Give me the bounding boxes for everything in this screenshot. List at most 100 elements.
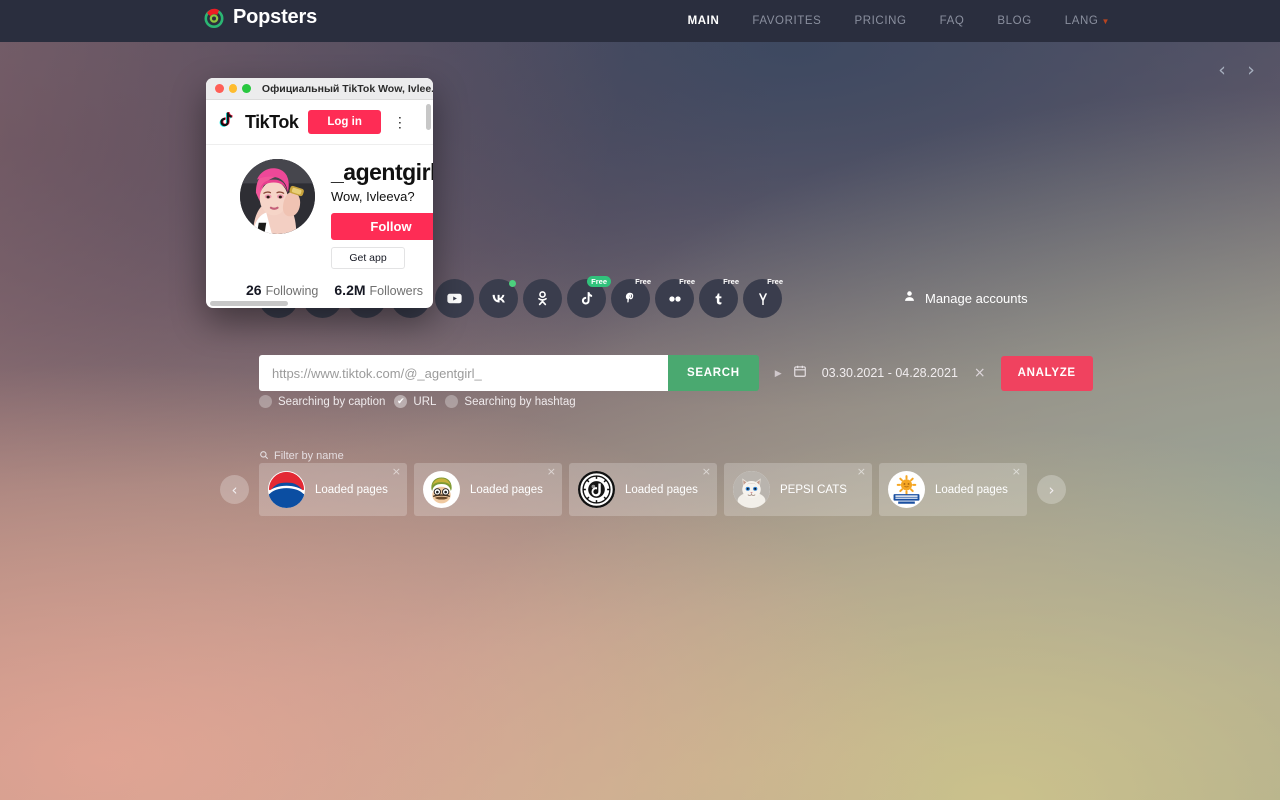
popsters-logo-icon bbox=[203, 7, 225, 29]
nav-item-blog[interactable]: BLOG bbox=[997, 15, 1031, 27]
nav-menu: MAIN FAVORITES PRICING FAQ BLOG LANG ▼ bbox=[688, 0, 1110, 42]
page-next-arrow[interactable]: › bbox=[1244, 58, 1258, 82]
tiktok-following-value: 26 bbox=[246, 282, 262, 298]
carousel-next-arrow[interactable]: › bbox=[1037, 475, 1066, 504]
horizontal-scrollbar[interactable] bbox=[210, 301, 288, 306]
nav-item-favorites[interactable]: FAVORITES bbox=[752, 15, 821, 27]
user-icon bbox=[903, 289, 916, 308]
search-row: SEARCH ▶ 03.30.2021 - 04.28.2021 × ANALY… bbox=[259, 355, 1093, 391]
search-mode-hashtag[interactable]: Searching by hashtag bbox=[445, 395, 576, 408]
pepsi-logo-avatar bbox=[268, 471, 305, 508]
tiktok-profile: _agentgirl_ Wow, Ivleeva? Follow Get app bbox=[206, 145, 433, 269]
social-item-youtube[interactable] bbox=[435, 279, 474, 318]
tiktok-get-app-button[interactable]: Get app bbox=[331, 247, 405, 269]
search-button[interactable]: SEARCH bbox=[668, 355, 759, 391]
search-mode-caption[interactable]: Searching by caption bbox=[259, 395, 385, 408]
flickr-free-badge: Free bbox=[679, 277, 695, 286]
social-item-odnoklassniki[interactable] bbox=[523, 279, 562, 318]
nav-item-main[interactable]: MAIN bbox=[688, 15, 720, 27]
analyze-button[interactable]: ANALYZE bbox=[1000, 355, 1093, 391]
social-item-vk[interactable] bbox=[479, 279, 518, 318]
search-input[interactable] bbox=[259, 355, 668, 391]
account-card-name: Loaded pages bbox=[625, 483, 698, 496]
tiktok-stats: 26 Following 6.2M Followers bbox=[206, 282, 433, 300]
pinterest-free-badge: Free bbox=[635, 277, 651, 286]
tiktok-followers-label: Followers bbox=[369, 284, 424, 298]
brand-logo[interactable]: Popsters bbox=[203, 6, 317, 29]
social-item-tiktok[interactable]: Free bbox=[567, 276, 611, 318]
account-card-emblem[interactable]: Loaded pages × bbox=[569, 463, 717, 516]
manage-accounts-label: Manage accounts bbox=[925, 291, 1028, 306]
black-white-emblem-avatar bbox=[578, 471, 615, 508]
radio-caption-icon[interactable] bbox=[259, 395, 272, 408]
youtube-icon[interactable] bbox=[435, 279, 474, 318]
tiktok-username: _agentgirl_ bbox=[331, 159, 433, 185]
radio-url-icon[interactable]: ✔ bbox=[394, 395, 408, 408]
tiktok-login-button[interactable]: Log in bbox=[308, 110, 381, 134]
filter-by-name-label: Filter by name bbox=[274, 450, 344, 462]
account-card-name: PEPSI CATS bbox=[780, 483, 847, 496]
window-minimize-icon[interactable] bbox=[228, 84, 238, 93]
tiktok-profile-info: _agentgirl_ Wow, Ivleeva? Follow Get app bbox=[331, 159, 433, 269]
account-card-close-icon[interactable]: × bbox=[702, 465, 711, 478]
cartoon-face-avatar bbox=[423, 471, 460, 508]
account-card-close-icon[interactable]: × bbox=[857, 465, 866, 478]
account-cards: Loaded pages × Loaded pages × Loaded pag… bbox=[259, 463, 1027, 516]
page-prev-arrow[interactable]: ‹ bbox=[1215, 58, 1229, 82]
tiktok-followers-stat: 6.2M Followers bbox=[334, 282, 423, 300]
kebab-menu-icon[interactable]: ⋮ bbox=[393, 114, 407, 129]
account-card-close-icon[interactable]: × bbox=[547, 465, 556, 478]
tiktok-following-stat: 26 Following bbox=[246, 282, 318, 300]
carousel-prev-arrow[interactable]: ‹ bbox=[220, 475, 249, 504]
account-card-cartoon[interactable]: Loaded pages × bbox=[414, 463, 562, 516]
tiktok-browser-window[interactable]: Официальный TikTok Wow, Ivlee... TikTok … bbox=[206, 78, 433, 308]
window-titlebar[interactable]: Официальный TikTok Wow, Ivlee... bbox=[206, 78, 433, 100]
avatar bbox=[240, 159, 315, 234]
date-range-value[interactable]: 03.30.2021 - 04.28.2021 bbox=[822, 366, 958, 380]
nav-item-pricing[interactable]: PRICING bbox=[854, 15, 906, 27]
vk-status-dot bbox=[509, 280, 516, 287]
account-card-close-icon[interactable]: × bbox=[392, 465, 401, 478]
chevron-down-icon: ▼ bbox=[1101, 17, 1110, 26]
coub-free-badge: Free bbox=[767, 277, 783, 286]
social-item-pinterest[interactable]: Free bbox=[611, 277, 651, 318]
account-card-name: Loaded pages bbox=[935, 483, 1008, 496]
vertical-scrollbar[interactable] bbox=[426, 104, 431, 130]
radio-hashtag-icon[interactable] bbox=[445, 395, 459, 408]
tiktok-follow-button[interactable]: Follow bbox=[331, 213, 433, 240]
tiktok-followers-value: 6.2M bbox=[334, 282, 366, 298]
odnoklassniki-icon[interactable] bbox=[523, 279, 562, 318]
tiktok-brand-name: TikTok bbox=[245, 111, 299, 132]
social-item-coub[interactable]: Free bbox=[743, 277, 783, 318]
top-navigation-bar: Popsters MAIN FAVORITES PRICING FAQ BLOG… bbox=[0, 0, 1280, 42]
date-clear-button[interactable]: × bbox=[974, 365, 986, 381]
social-item-flickr[interactable]: Free bbox=[655, 277, 695, 318]
search-mode-url-label: URL bbox=[413, 395, 437, 408]
window-title: Официальный TikTok Wow, Ivlee... bbox=[261, 82, 433, 95]
nav-item-lang[interactable]: LANG ▼ bbox=[1065, 15, 1110, 27]
tumblr-free-badge: Free bbox=[723, 277, 739, 286]
search-mode-hashtag-label: Searching by hashtag bbox=[464, 395, 576, 408]
search-mode-url[interactable]: ✔ URL bbox=[394, 395, 436, 408]
account-card-sun[interactable]: Loaded pages × bbox=[879, 463, 1027, 516]
page-arrows: ‹ › bbox=[1215, 58, 1258, 82]
date-range-area: ▶ 03.30.2021 - 04.28.2021 × bbox=[775, 364, 986, 383]
nav-item-lang-label: LANG bbox=[1064, 15, 1099, 27]
accounts-carousel: ‹ Loaded pages × Loaded pages × Loaded p… bbox=[220, 463, 1066, 516]
window-maximize-icon[interactable] bbox=[242, 84, 251, 93]
nav-item-faq[interactable]: FAQ bbox=[940, 15, 965, 27]
account-card-pepsi[interactable]: Loaded pages × bbox=[259, 463, 407, 516]
tiktok-header: TikTok Log in ⋮ bbox=[206, 100, 433, 145]
account-card-pepsi-cats[interactable]: PEPSI CATS × bbox=[724, 463, 872, 516]
search-mode-caption-label: Searching by caption bbox=[278, 395, 386, 408]
triangle-right-icon[interactable]: ▶ bbox=[775, 368, 782, 379]
tiktok-note-icon bbox=[216, 110, 235, 134]
calendar-icon[interactable] bbox=[793, 364, 807, 383]
search-mode-options: Searching by caption ✔ URL Searching by … bbox=[259, 395, 576, 408]
account-card-close-icon[interactable]: × bbox=[1012, 465, 1021, 478]
social-item-tumblr[interactable]: Free bbox=[699, 277, 739, 318]
window-close-icon[interactable] bbox=[215, 84, 224, 93]
manage-accounts-button[interactable]: Manage accounts bbox=[903, 289, 1028, 308]
tiktok-following-label: Following bbox=[265, 284, 319, 298]
tiktok-display-name: Wow, Ivleeva? bbox=[331, 189, 415, 204]
